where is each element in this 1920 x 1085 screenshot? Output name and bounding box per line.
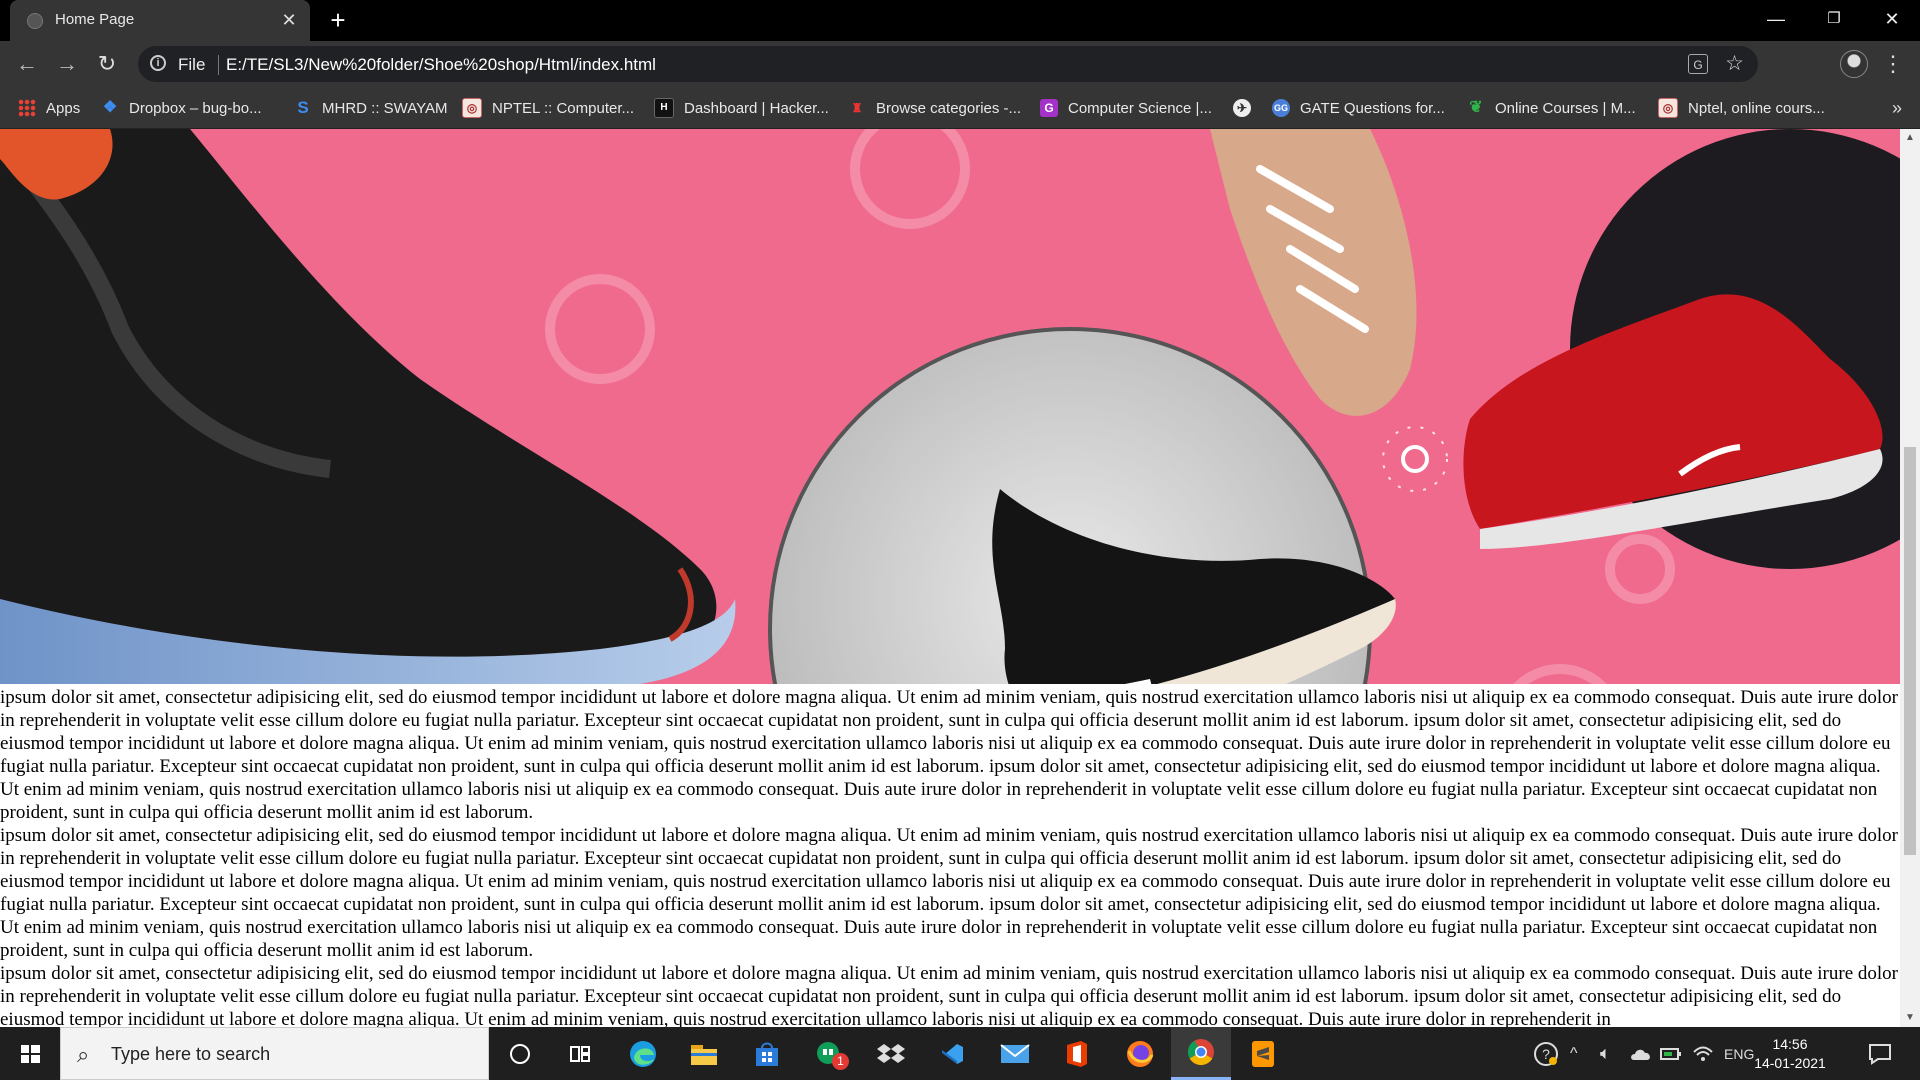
- new-tab-button[interactable]: +: [324, 6, 352, 34]
- browser-toolbar: ← → ↻ i File E:/TE/SL3/New%20folder/Shoe…: [0, 41, 1920, 87]
- clock-date: 14-01-2021: [1754, 1055, 1826, 1071]
- nptel-icon: ◎: [462, 98, 482, 118]
- taskbar-search-box[interactable]: ⌕ Type here to search: [60, 1027, 489, 1080]
- tab-strip: Home Page ✕ + — ❐ ✕: [0, 0, 1920, 41]
- paragraph: ipsum dolor sit amet, consectetur adipis…: [0, 963, 1898, 1027]
- g-icon: G: [1040, 99, 1058, 117]
- scroll-up-arrow-icon[interactable]: ▲: [1900, 129, 1920, 147]
- onedrive-icon[interactable]: [1630, 1027, 1652, 1080]
- bookmark-label: Apps: [46, 99, 81, 117]
- start-button[interactable]: [0, 1027, 60, 1080]
- bookmarks-bar: Apps ❖ Dropbox – bug-bo... S MHRD :: SWA…: [0, 87, 1920, 129]
- bookmark-apps[interactable]: Apps: [18, 95, 80, 121]
- page-viewport: ipsum dolor sit amet, consectetur adipis…: [0, 129, 1900, 1027]
- bookmark-label: Online Courses | M...: [1495, 99, 1636, 117]
- bookmark-browse-categories[interactable]: ♜ Browse categories -...: [848, 95, 1021, 121]
- shoes-illustration: [0, 129, 1900, 684]
- maximize-button[interactable]: ❐: [1806, 0, 1862, 41]
- swayam-icon: S: [297, 98, 309, 117]
- bookmark-label: GATE Questions for...: [1300, 99, 1445, 117]
- cortana-icon[interactable]: [490, 1027, 550, 1080]
- task-view-icon[interactable]: [550, 1027, 610, 1080]
- mail-icon[interactable]: [985, 1027, 1045, 1080]
- bookmark-online-courses[interactable]: ❦ Online Courses | M...: [1467, 95, 1636, 121]
- vscode-icon[interactable]: [922, 1027, 982, 1080]
- globe-icon: ✈: [1233, 99, 1251, 117]
- hero-banner-image: [0, 129, 1900, 684]
- browse-icon: ♜: [851, 101, 863, 115]
- profile-avatar[interactable]: [1840, 50, 1868, 78]
- address-bar[interactable]: i File E:/TE/SL3/New%20folder/Shoe%20sho…: [138, 46, 1758, 82]
- notification-badge: 1: [832, 1053, 849, 1070]
- hackerrank-icon: H: [654, 98, 674, 118]
- firefox-icon[interactable]: [1110, 1027, 1170, 1080]
- page-favicon-icon: [27, 13, 43, 29]
- leaf-icon: ❦: [1469, 99, 1483, 116]
- tab-close-icon[interactable]: ✕: [278, 9, 300, 31]
- paragraph: ipsum dolor sit amet, consectetur adipis…: [0, 687, 1898, 823]
- bookmark-globe[interactable]: ✈: [1233, 95, 1261, 121]
- wifi-icon[interactable]: [1692, 1027, 1714, 1080]
- bookmark-nptel-computer[interactable]: ◎ NPTEL :: Computer...: [462, 95, 634, 121]
- gate-icon: GG: [1272, 99, 1290, 117]
- search-icon: ⌕: [77, 1042, 90, 1067]
- windows-logo-icon: [21, 1045, 40, 1063]
- reload-button[interactable]: ↻: [92, 49, 122, 79]
- file-explorer-icon[interactable]: [674, 1027, 734, 1080]
- bookmark-hackerrank[interactable]: H Dashboard | Hacker...: [654, 95, 829, 121]
- tab-title: Home Page: [55, 11, 135, 28]
- svg-text:?: ?: [1542, 1046, 1550, 1062]
- chrome-menu-icon[interactable]: ⋮: [1882, 49, 1904, 79]
- scroll-thumb[interactable]: [1904, 447, 1916, 855]
- bookmark-computer-science[interactable]: G Computer Science |...: [1040, 95, 1212, 121]
- site-info-icon[interactable]: i: [150, 55, 166, 71]
- search-placeholder: Type here to search: [111, 1044, 271, 1064]
- bookmark-label: NPTEL :: Computer...: [492, 99, 634, 117]
- windows-taskbar: ⌕ Type here to search 1 ? ^ 🔈︎ ENG 14:56…: [0, 1027, 1920, 1080]
- lorem-text-block: ipsum dolor sit amet, consectetur adipis…: [0, 686, 1898, 1027]
- back-button[interactable]: ←: [12, 49, 42, 79]
- file-scheme-label: File: [178, 55, 206, 74]
- chrome-icon[interactable]: [1171, 1027, 1231, 1080]
- translate-icon[interactable]: G: [1688, 54, 1708, 74]
- dropbox-icon: ❖: [102, 99, 118, 116]
- bookmark-dropbox[interactable]: ❖ Dropbox – bug-bo...: [101, 95, 262, 121]
- bookmark-label: MHRD :: SWAYAM: [322, 99, 448, 117]
- apps-grid-icon: [18, 99, 36, 117]
- battery-icon[interactable]: [1660, 1027, 1682, 1080]
- bookmark-nptel-online[interactable]: ◎ Nptel, online cours...: [1658, 95, 1825, 121]
- store-icon[interactable]: [737, 1027, 797, 1080]
- office-icon[interactable]: [1047, 1027, 1107, 1080]
- window-close-button[interactable]: ✕: [1864, 0, 1920, 41]
- volume-icon[interactable]: 🔈︎: [1600, 1027, 1611, 1080]
- hangouts-icon[interactable]: 1: [799, 1027, 859, 1080]
- forward-button[interactable]: →: [52, 49, 82, 79]
- show-hidden-icons-icon[interactable]: ^: [1570, 1027, 1578, 1080]
- dropbox-icon[interactable]: [861, 1027, 921, 1080]
- bookmark-label: Dropbox – bug-bo...: [129, 99, 262, 117]
- scroll-down-arrow-icon[interactable]: ▼: [1900, 1009, 1920, 1027]
- more-bookmarks-icon[interactable]: »: [1892, 95, 1902, 121]
- bookmark-label: Dashboard | Hacker...: [684, 99, 829, 117]
- sublime-icon[interactable]: [1233, 1027, 1293, 1080]
- edge-icon[interactable]: [613, 1027, 673, 1080]
- nptel-icon: ◎: [1658, 98, 1678, 118]
- bookmark-label: Nptel, online cours...: [1688, 99, 1825, 117]
- address-separator: [218, 55, 219, 75]
- bookmark-label: Browse categories -...: [876, 99, 1022, 117]
- minimize-button[interactable]: —: [1748, 0, 1804, 41]
- bookmark-star-icon[interactable]: ☆: [1725, 51, 1744, 77]
- notifications-icon[interactable]: [1868, 1027, 1892, 1080]
- help-icon[interactable]: ?: [1532, 1027, 1560, 1080]
- url-text[interactable]: E:/TE/SL3/New%20folder/Shoe%20shop/Html/…: [226, 55, 656, 75]
- vertical-scrollbar[interactable]: ▲ ▼: [1900, 129, 1920, 1027]
- browser-tab[interactable]: Home Page ✕: [10, 0, 310, 41]
- bookmark-label: Computer Science |...: [1068, 99, 1212, 117]
- clock-time: 14:56: [1772, 1036, 1808, 1052]
- paragraph: ipsum dolor sit amet, consectetur adipis…: [0, 825, 1898, 961]
- bookmark-gate-questions[interactable]: GG GATE Questions for...: [1272, 95, 1445, 121]
- clock[interactable]: 14:56 14-01-2021: [1745, 1035, 1835, 1073]
- bookmark-swayam[interactable]: S MHRD :: SWAYAM: [294, 95, 448, 121]
